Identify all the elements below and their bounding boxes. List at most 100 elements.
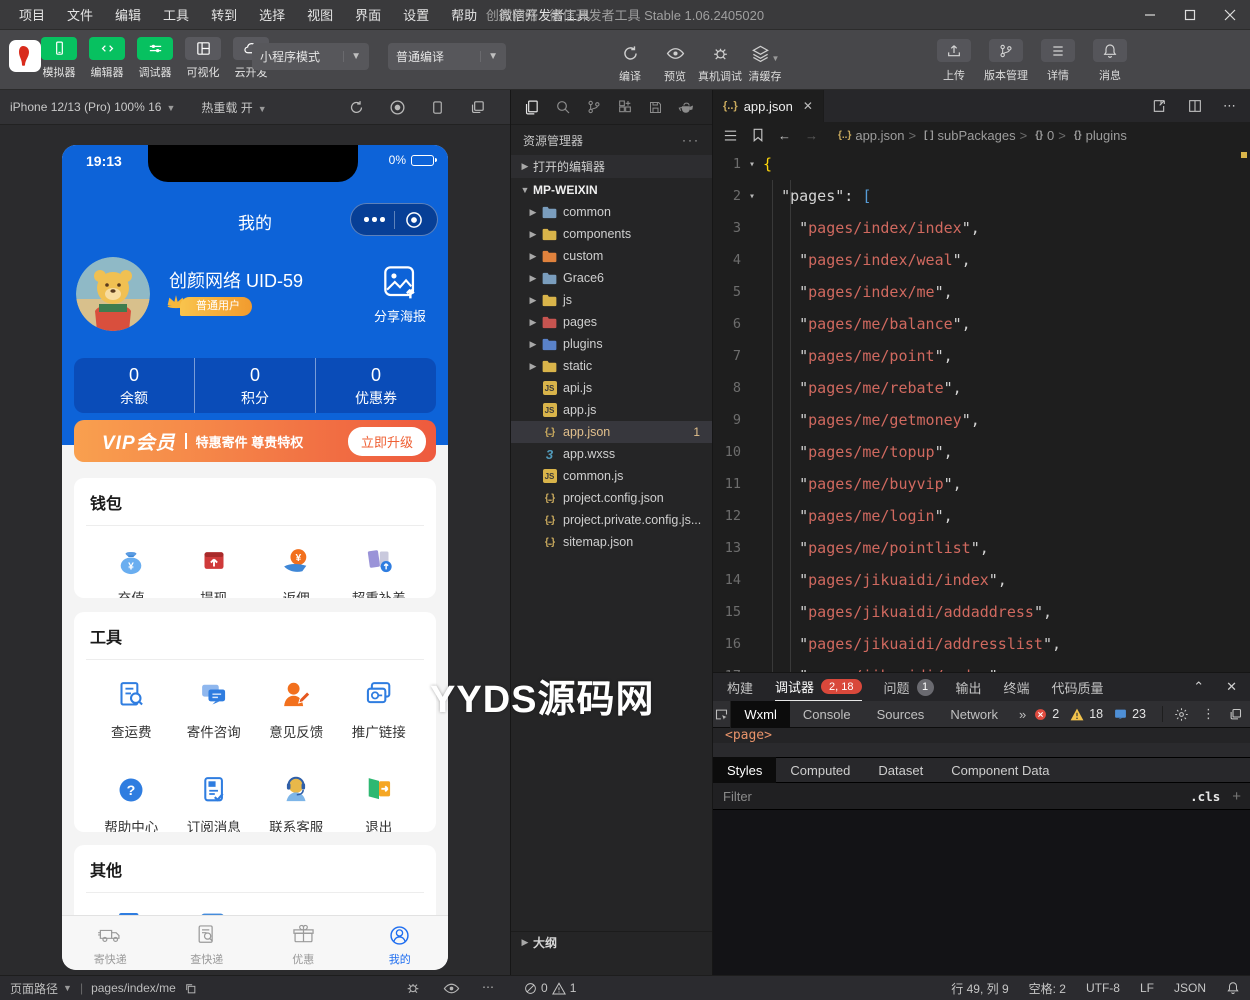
action-upload[interactable]: 上传	[928, 39, 980, 83]
file-pages[interactable]: ▶ pages	[511, 311, 712, 333]
menu-item-recharge[interactable]: ¥ 充值	[90, 526, 173, 598]
share-poster-button[interactable]: 分享海报	[370, 263, 430, 325]
menu-8[interactable]: 设置	[394, 2, 438, 27]
kebab-menu-icon[interactable]: ⋮	[1202, 706, 1215, 722]
device-selector[interactable]: iPhone 12/13 (Pro) 100% 16 ▼	[10, 100, 175, 114]
menu-item-service[interactable]: 联系客服	[255, 755, 338, 832]
code-area[interactable]: 1 ▾{2 ▾ "pages": [3 "pages/index/index", 4 …	[713, 148, 1250, 672]
breadcrumb-item[interactable]: plugins	[1086, 128, 1127, 143]
menu-item-logout[interactable]: 退出	[338, 755, 421, 832]
bookmark-icon[interactable]	[752, 128, 764, 142]
page-path-label[interactable]: 页面路径	[10, 980, 58, 997]
add-style-icon[interactable]: +	[1232, 788, 1241, 805]
file-project.config.json[interactable]: {..} project.config.json	[511, 487, 712, 509]
debugger-tab-代码质量[interactable]: 代码质量	[1052, 673, 1104, 701]
split-editor-icon[interactable]	[1187, 98, 1203, 114]
dock-icon[interactable]	[1228, 707, 1243, 722]
mode-dropdown[interactable]: 小程序模式 ▼	[252, 43, 369, 70]
file-components[interactable]: ▶ components	[511, 223, 712, 245]
remote-debug-icon[interactable]	[405, 980, 421, 997]
action-bug[interactable]: 真机调试	[698, 39, 742, 84]
wxml-tree-partial[interactable]: <page>	[713, 728, 1250, 743]
tab-优惠[interactable]: 优惠	[255, 916, 352, 970]
multi-window-icon[interactable]	[469, 99, 486, 116]
close-tab-icon[interactable]: ✕	[803, 99, 813, 113]
menu-item-feedback[interactable]: 意见反馈	[255, 660, 338, 755]
maximize-button[interactable]	[1170, 0, 1210, 30]
mode-code[interactable]: 编辑器	[86, 37, 128, 80]
file-project.private.config.js...[interactable]: {..} project.private.config.js...	[511, 509, 712, 531]
file-Grace6[interactable]: ▶ Grace6	[511, 267, 712, 289]
toggle-class-button[interactable]: .cls	[1190, 789, 1220, 804]
menu-3[interactable]: 工具	[154, 2, 198, 27]
inspector-tab-computed[interactable]: Computed	[776, 757, 864, 783]
file-api.js[interactable]: JS api.js	[511, 377, 712, 399]
outline-toggle-icon[interactable]	[723, 129, 738, 142]
project-root[interactable]: ▼ MP-WEIXIN	[511, 178, 712, 201]
debugger-tab-调试器[interactable]: 调试器 2, 18	[775, 673, 862, 701]
vip-banner[interactable]: VIP会员 特惠寄件 尊贵特权 立即升级	[74, 420, 436, 462]
debugger-tab-输出[interactable]: 输出	[956, 673, 982, 701]
more-dots-icon[interactable]	[364, 217, 385, 222]
menu-2[interactable]: 编辑	[106, 2, 150, 27]
encoding[interactable]: UTF-8	[1086, 981, 1120, 995]
device-frame-icon[interactable]	[430, 99, 445, 116]
mode-sliders[interactable]: 调试器	[134, 37, 176, 80]
stat-余额[interactable]: 0 余额	[74, 358, 194, 413]
action-eye[interactable]: 预览	[653, 39, 697, 84]
menu-1[interactable]: 文件	[58, 2, 102, 27]
gear-icon[interactable]	[1174, 707, 1189, 722]
debugger-tab-终端[interactable]: 终端	[1004, 673, 1030, 701]
eye-icon[interactable]	[443, 980, 460, 997]
open-editors-section[interactable]: ▶ 打开的编辑器	[511, 155, 712, 178]
action-bell[interactable]: 消息	[1084, 39, 1136, 83]
forward-icon[interactable]: →	[805, 128, 818, 143]
more-tabs-icon[interactable]: »	[1011, 707, 1034, 722]
debugger-tab-问题[interactable]: 问题 1	[884, 673, 934, 701]
git-branch-icon[interactable]	[586, 99, 602, 115]
devtools-tab-Wxml[interactable]: Wxml	[731, 700, 790, 728]
devtools-tab-Network[interactable]: Network	[937, 701, 1011, 728]
close-panel-icon[interactable]: ✕	[1226, 679, 1237, 695]
menu-item-rebate[interactable]: ¥ 返佣	[255, 526, 338, 598]
file-js[interactable]: ▶ js	[511, 289, 712, 311]
menu-4[interactable]: 转到	[202, 2, 246, 27]
file-plugins[interactable]: ▶ plugins	[511, 333, 712, 355]
menu-5[interactable]: 选择	[250, 2, 294, 27]
language-mode[interactable]: JSON	[1174, 981, 1206, 995]
action-refresh[interactable]: 编译	[608, 39, 652, 84]
menu-item-consult[interactable]: 寄件咨询	[173, 660, 256, 755]
open-preview-icon[interactable]	[1151, 98, 1167, 114]
notifications-bell-icon[interactable]	[1226, 981, 1240, 995]
more-actions-icon[interactable]: ···	[682, 133, 700, 147]
outline-section[interactable]: ▶ 大纲	[511, 931, 713, 953]
menu-9[interactable]: 帮助	[442, 2, 486, 27]
inspector-tab-component-data[interactable]: Component Data	[937, 757, 1063, 783]
breadcrumb-item[interactable]: app.json	[855, 128, 904, 143]
menu-item-withdraw[interactable]: 提现	[173, 526, 256, 598]
menu-item-freight[interactable]: 查运费	[90, 660, 173, 755]
action-lines[interactable]: 详情	[1032, 39, 1084, 83]
save-icon[interactable]	[648, 100, 663, 115]
devtools-tab-Console[interactable]: Console	[790, 701, 864, 728]
collapse-panel-icon[interactable]: ⌃	[1193, 679, 1204, 695]
more-icon[interactable]: ⋯	[1223, 98, 1236, 114]
action-branch[interactable]: 版本管理	[980, 39, 1032, 83]
indent-setting[interactable]: 空格: 2	[1029, 980, 1066, 997]
capsule-menu[interactable]	[350, 203, 438, 236]
teapot-icon[interactable]	[678, 100, 695, 115]
menu-6[interactable]: 视图	[298, 2, 342, 27]
mode-phone[interactable]: 模拟器	[38, 37, 80, 80]
file-app.json[interactable]: {..} app.json 1	[511, 421, 712, 443]
more-icon[interactable]: ⋯	[482, 980, 494, 997]
inspector-tab-dataset[interactable]: Dataset	[864, 757, 937, 783]
menu-item-help[interactable]: ? 帮助中心	[90, 755, 173, 832]
eol-setting[interactable]: LF	[1140, 981, 1154, 995]
avatar[interactable]	[76, 257, 150, 331]
menu-7[interactable]: 界面	[346, 2, 390, 27]
file-static[interactable]: ▶ static	[511, 355, 712, 377]
problems-indicator[interactable]: 0 1	[524, 981, 576, 995]
inspector-tab-styles[interactable]: Styles	[713, 757, 777, 783]
close-button[interactable]	[1210, 0, 1250, 30]
cursor-position[interactable]: 行 49, 列 9	[951, 980, 1008, 997]
